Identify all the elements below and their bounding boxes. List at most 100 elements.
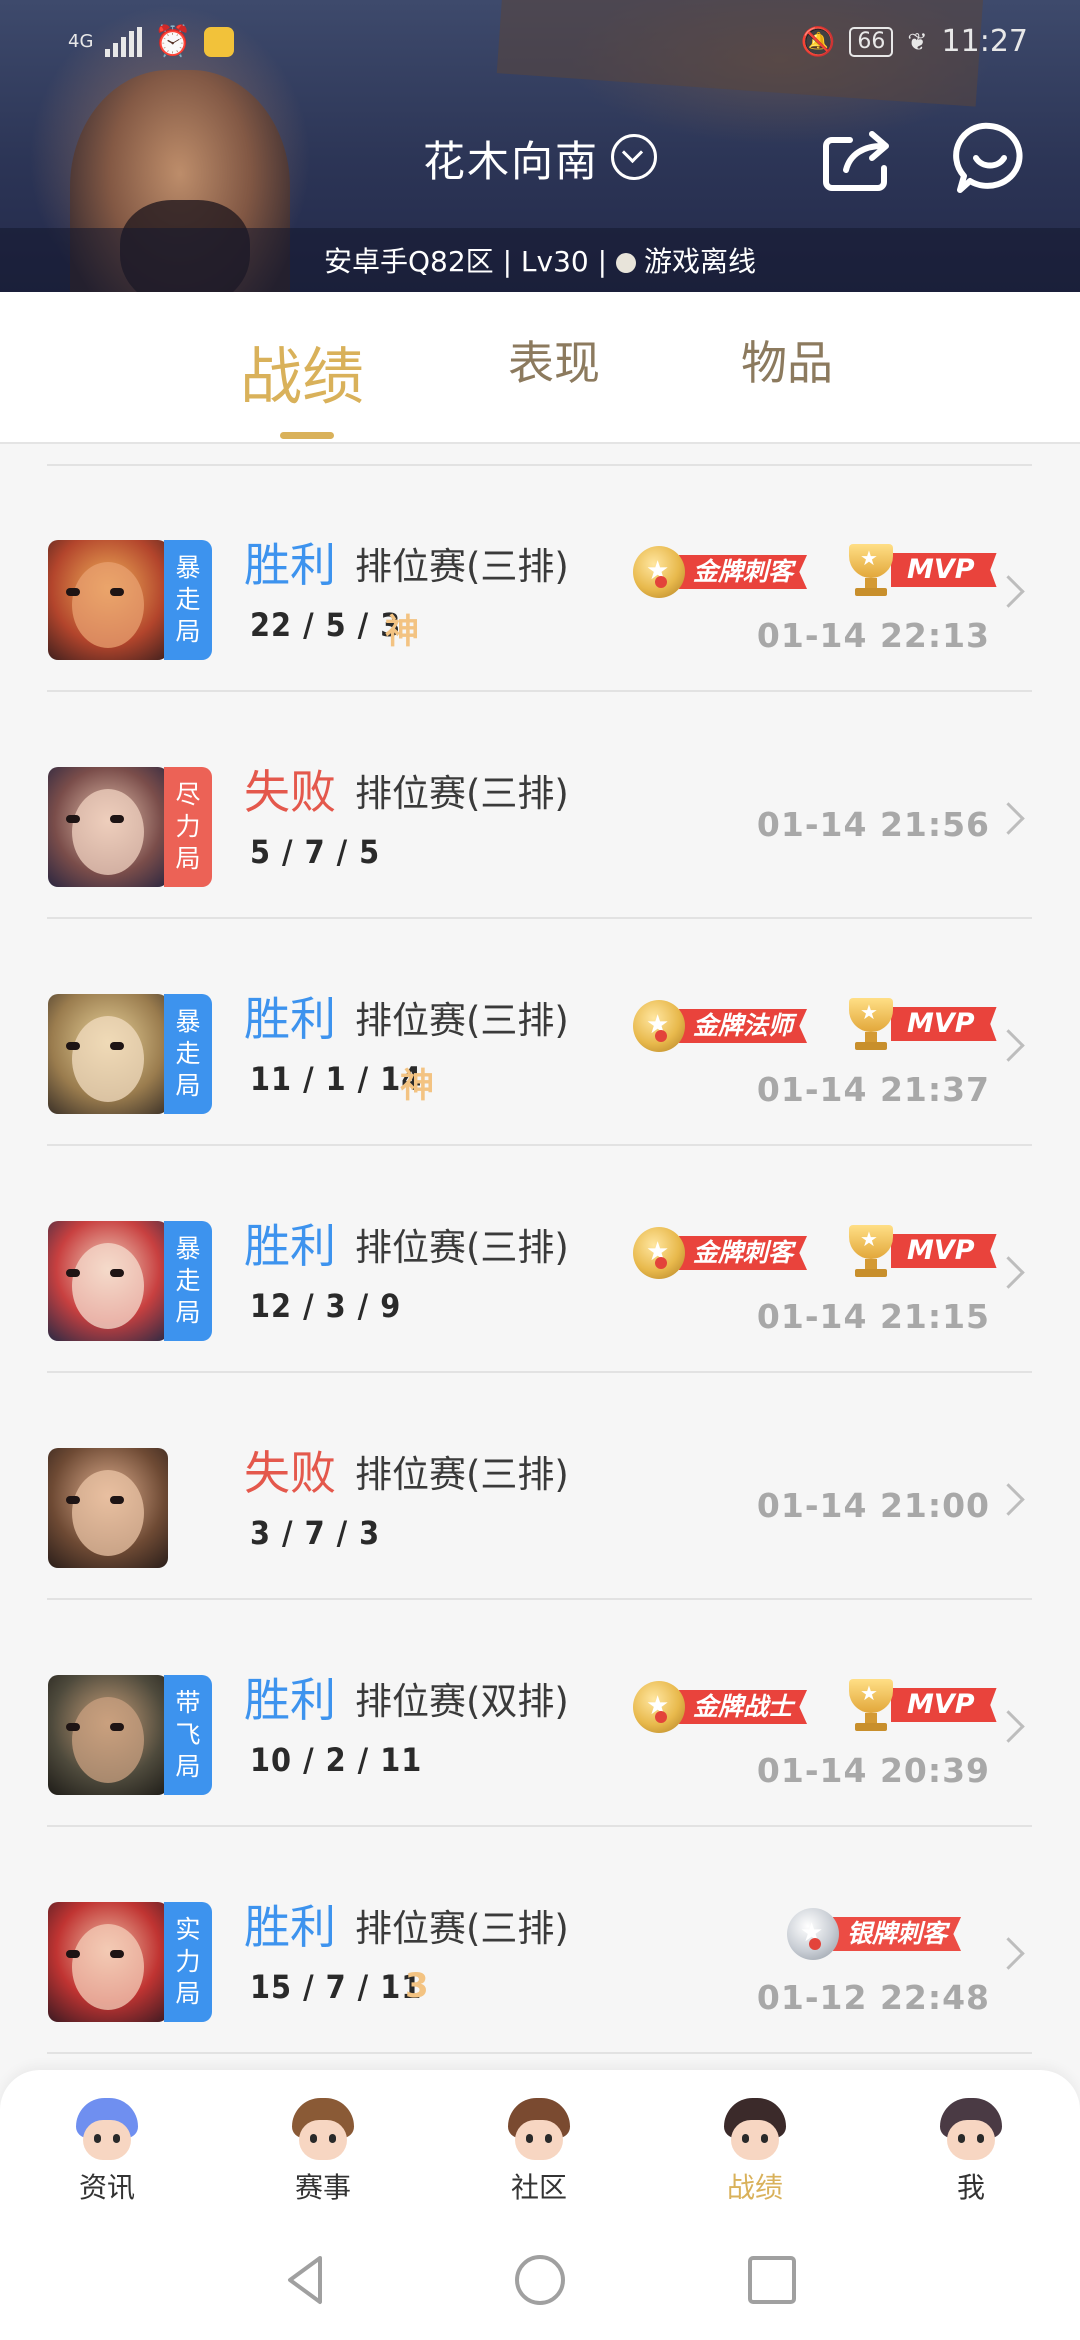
match-mode: 排位赛(双排)	[355, 1680, 569, 1723]
medal-badge: ★ 金牌法师	[633, 1000, 808, 1052]
back-triangle-icon[interactable]	[276, 2250, 336, 2310]
match-tag-char: 走	[175, 1266, 201, 1295]
match-mode: 排位赛(三排)	[355, 1907, 569, 1950]
match-row[interactable]: 暴走局胜利 排位赛(三排) 11 / 1 / 14 神 ★ 金牌法师 ★ MVP 01-14 2…	[0, 920, 1080, 1146]
match-tag-char: 带	[175, 1688, 201, 1717]
match-tag-char: 力	[175, 812, 201, 841]
trophy-icon: ★	[843, 996, 899, 1052]
home-circle-icon[interactable]	[510, 2250, 570, 2310]
kda-badge: 3	[405, 1966, 429, 2006]
match-mode: 排位赛(三排)	[355, 545, 569, 588]
match-mode: 排位赛(三排)	[355, 999, 569, 1042]
match-time: 01-12 22:48	[756, 1978, 990, 2017]
match-result: 胜利	[244, 1219, 336, 1273]
row-divider	[47, 1144, 1032, 1146]
match-tag: 实力局	[164, 1902, 212, 2022]
match-result: 胜利	[244, 1673, 336, 1727]
match-tag-char: 局	[175, 844, 201, 873]
nav-label: 我	[956, 2171, 985, 2204]
match-tag-char: 尽	[175, 780, 201, 809]
player-name-selector[interactable]: 花木向南	[0, 128, 1080, 189]
match-tag: 尽力局	[164, 767, 212, 887]
match-tag-char: 走	[175, 1039, 201, 1068]
player-name: 花木向南	[422, 137, 599, 186]
kda-score: 5 / 7 / 5	[250, 833, 381, 871]
medal-label: 金牌战士	[679, 1690, 808, 1724]
chat-icon[interactable]	[952, 120, 1028, 196]
row-divider	[47, 917, 1032, 919]
active-tab-indicator	[280, 432, 334, 439]
match-time: 01-14 21:37	[756, 1070, 990, 1109]
leaf-icon: ❦	[907, 27, 928, 56]
match-tag-char: 飞	[175, 1720, 201, 1749]
mvp-label: MVP	[891, 1688, 997, 1722]
medal-coin-icon: ★	[633, 546, 685, 598]
clock: 11:27	[941, 24, 1028, 59]
player-info: 安卓手Q82区 | Lv30 | 游戏离线	[0, 240, 1080, 280]
nav-item-records[interactable]: 战绩	[695, 2098, 815, 2206]
match-time: 01-14 22:13	[756, 616, 990, 655]
tab-items[interactable]: 物品	[741, 327, 833, 393]
hero-avatar	[48, 540, 168, 660]
medal-coin-icon: ★	[633, 1000, 685, 1052]
row-divider	[47, 1825, 1032, 1827]
nav-item-community[interactable]: 社区	[479, 2098, 599, 2206]
row-divider	[47, 1598, 1032, 1600]
kda-badge: 神	[385, 612, 419, 652]
share-icon[interactable]	[820, 120, 896, 196]
events-mascot-icon	[290, 2098, 356, 2160]
match-mode: 排位赛(三排)	[355, 1226, 569, 1269]
match-row[interactable]: 暴走局胜利 排位赛(三排) 12 / 3 / 9 ★ 金牌刺客 ★ MVP 01-14 21:…	[0, 1147, 1080, 1373]
offline-status-dot	[615, 253, 636, 273]
match-row[interactable]: 暴走局胜利 排位赛(三排) 22 / 5 / 3 神 ★ 金牌刺客 ★ MVP 01-14 22…	[0, 466, 1080, 692]
row-divider	[47, 1371, 1032, 1373]
nav-item-me[interactable]: 我	[911, 2098, 1031, 2206]
status-bar: 4G ⏰ 🔕 66 ❦ 11:27	[0, 0, 1080, 86]
kda-score: 22 / 5 / 3	[250, 606, 402, 644]
kda-badge: 神	[400, 1066, 434, 1106]
medal-label: 金牌刺客	[679, 1236, 808, 1270]
mvp-label: MVP	[891, 1234, 997, 1268]
nav-item-events[interactable]: 赛事	[263, 2098, 383, 2206]
server-level-info: 安卓手Q82区 | Lv30 |	[324, 245, 616, 278]
tab-performance[interactable]: 表现	[508, 327, 600, 393]
medal-badge: ★ 银牌刺客	[787, 1908, 962, 1960]
kda-score: 3 / 7 / 3	[250, 1514, 381, 1552]
match-tag: 暴走局	[164, 540, 212, 660]
row-divider	[47, 2052, 1032, 2054]
mvp-label: MVP	[891, 553, 997, 587]
mvp-badge: ★ MVP	[843, 1223, 997, 1279]
kda-score: 12 / 3 / 9	[250, 1287, 402, 1325]
game-status: 游戏离线	[643, 245, 756, 278]
match-row[interactable]: 失败 排位赛(三排) 3 / 7 / 3 01-14 21:00	[0, 1374, 1080, 1600]
hero-avatar	[48, 1221, 168, 1341]
medal-coin-icon: ★	[633, 1681, 685, 1733]
medal-coin-icon: ★	[787, 1908, 839, 1960]
match-tag-char: 暴	[175, 1234, 201, 1263]
nav-label: 赛事	[294, 2171, 351, 2204]
match-tag-char: 暴	[175, 1007, 201, 1036]
chevron-down-icon	[611, 134, 657, 180]
match-tag-char: 局	[175, 1979, 201, 2008]
match-time: 01-14 21:15	[756, 1297, 990, 1336]
trophy-icon: ★	[843, 542, 899, 598]
tab-records[interactable]: 战绩	[240, 326, 364, 416]
news-mascot-icon	[74, 2098, 140, 2160]
match-row[interactable]: 带飞局胜利 排位赛(双排) 10 / 2 / 11 ★ 金牌战士 ★ MVP 01-14 20…	[0, 1601, 1080, 1827]
profile-header: 4G ⏰ 🔕 66 ❦ 11:27 花木向南 安卓手Q82区 | Lv30 | …	[0, 0, 1080, 292]
match-row[interactable]: 尽力局失败 排位赛(三排) 5 / 7 / 5 01-14 21:56	[0, 693, 1080, 919]
trophy-icon: ★	[843, 1677, 899, 1733]
mute-icon: 🔕	[800, 25, 836, 58]
match-result: 失败	[244, 1446, 336, 1500]
match-time: 01-14 21:00	[756, 1486, 990, 1525]
row-divider	[47, 690, 1032, 692]
match-row[interactable]: 实力局胜利 排位赛(三排) 15 / 7 / 11 3 ★ 银牌刺客 01-12 22:48	[0, 1828, 1080, 2054]
hero-avatar	[48, 994, 168, 1114]
recent-apps-square-icon[interactable]	[742, 2250, 802, 2310]
battery-indicator: 66	[849, 26, 894, 57]
nav-item-news[interactable]: 资讯	[47, 2098, 167, 2206]
match-tag-char: 走	[175, 585, 201, 614]
medal-badge: ★ 金牌战士	[633, 1681, 808, 1733]
match-result: 胜利	[244, 1900, 336, 1954]
records-mascot-icon	[722, 2098, 788, 2160]
